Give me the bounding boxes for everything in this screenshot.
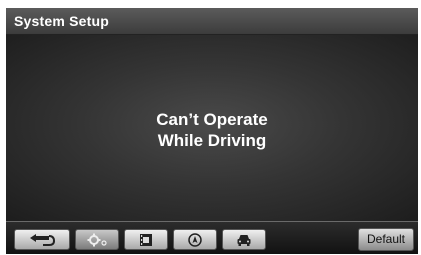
content-area: Can’t Operate While Driving [6, 35, 418, 221]
default-button[interactable]: Default [358, 228, 414, 251]
navigation-button[interactable] [173, 229, 217, 250]
vehicle-button[interactable] [222, 229, 266, 250]
bottom-toolbar: Default [6, 221, 418, 254]
vehicle-icon [237, 234, 251, 246]
title-bar: System Setup [6, 8, 418, 35]
message-line-1: Can’t Operate [156, 110, 268, 129]
system-settings-button[interactable] [75, 229, 119, 250]
screen-frame: System Setup Can’t Operate While Driving [6, 8, 418, 254]
back-button[interactable] [14, 229, 70, 250]
media-icon [140, 233, 152, 246]
back-arrow-icon [30, 233, 55, 246]
driving-warning-message: Can’t Operate While Driving [6, 109, 418, 151]
settings-gear-icon [87, 233, 107, 246]
media-button[interactable] [124, 229, 168, 250]
page-title: System Setup [14, 13, 109, 29]
navigation-icon [188, 232, 202, 247]
message-line-2: While Driving [157, 131, 267, 150]
